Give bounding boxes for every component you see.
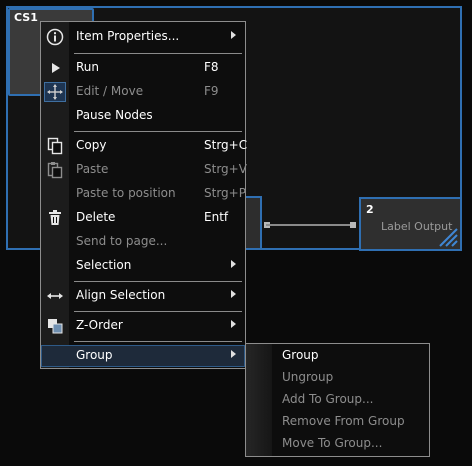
menu-item-label: Selection	[76, 258, 132, 272]
info-icon	[46, 28, 64, 46]
menu-item-label: Paste	[76, 162, 109, 176]
submenu-item-ungroup[interactable]: Ungroup	[246, 367, 429, 389]
menu-item-label: Pause Nodes	[76, 108, 153, 122]
context-menu: Item Properties... Run F8 Edit / Move F9…	[40, 21, 248, 369]
submenu-item-move-to-group[interactable]: Move To Group...	[246, 433, 429, 455]
connection-wire[interactable]	[266, 224, 354, 226]
submenu-item-label: Move To Group...	[282, 436, 383, 450]
group-submenu: Group Ungroup Add To Group... Remove Fro…	[245, 343, 430, 457]
menu-item-align-selection[interactable]: Align Selection	[41, 285, 245, 307]
menu-separator	[74, 341, 242, 342]
submenu-item-label: Ungroup	[282, 370, 334, 384]
menu-item-shortcut: Entf	[204, 210, 229, 224]
menu-separator	[74, 53, 242, 54]
menu-separator	[74, 281, 242, 282]
submenu-item-add-to-group[interactable]: Add To Group...	[246, 389, 429, 411]
input-port[interactable]	[350, 222, 356, 228]
menu-item-shortcut: Strg+P	[204, 186, 246, 200]
menu-item-label: Delete	[76, 210, 116, 224]
submenu-arrow-icon	[231, 290, 236, 298]
submenu-item-label: Remove From Group	[282, 414, 405, 428]
copy-icon	[47, 137, 63, 155]
menu-item-label: Send to page...	[76, 234, 168, 248]
node-label-output[interactable]: 2 Label Output	[359, 197, 462, 251]
menu-item-label: Copy	[76, 138, 107, 152]
play-icon	[52, 63, 60, 73]
submenu-arrow-icon	[231, 260, 236, 268]
node-partial[interactable]	[244, 196, 262, 250]
menu-item-run[interactable]: Run F8	[41, 57, 245, 79]
submenu-arrow-icon	[231, 350, 236, 358]
menu-separator	[74, 311, 242, 312]
submenu-item-group[interactable]: Group	[246, 345, 429, 367]
align-horizontal-icon	[47, 293, 63, 299]
menu-item-shortcut: F8	[204, 60, 219, 74]
menu-item-label: Run	[76, 60, 100, 74]
menu-item-label: Group	[76, 348, 113, 362]
menu-item-pause-nodes[interactable]: Pause Nodes	[41, 105, 245, 127]
menu-item-label: Edit / Move	[76, 84, 144, 98]
menu-item-paste-to-position[interactable]: Paste to position Strg+P	[41, 183, 246, 205]
submenu-item-label: Add To Group...	[282, 392, 374, 406]
node-cs1-id: CS1	[14, 11, 38, 24]
menu-item-label: Paste to position	[76, 186, 176, 200]
menu-item-group[interactable]: Group	[41, 345, 245, 367]
menu-separator	[74, 131, 242, 132]
menu-item-send-to-page[interactable]: Send to page...	[41, 231, 245, 253]
move-icon	[44, 82, 66, 102]
menu-item-copy[interactable]: Copy Strg+C	[41, 135, 248, 157]
menu-item-shortcut: Strg+C	[204, 138, 248, 152]
menu-item-selection[interactable]: Selection	[41, 255, 245, 277]
paste-icon	[47, 162, 63, 179]
menu-item-edit-move[interactable]: Edit / Move F9	[41, 81, 245, 103]
trash-icon	[49, 210, 61, 225]
menu-item-shortcut: Strg+V	[204, 162, 247, 176]
menu-item-label: Item Properties...	[76, 29, 180, 43]
menu-item-label: Align Selection	[76, 288, 166, 302]
submenu-item-label: Group	[282, 348, 319, 362]
menu-item-label: Z-Order	[76, 318, 123, 332]
submenu-item-remove-from-group[interactable]: Remove From Group	[246, 411, 429, 433]
menu-item-z-order[interactable]: Z-Order	[41, 315, 245, 337]
menu-item-item-properties[interactable]: Item Properties...	[41, 26, 245, 48]
menu-item-delete[interactable]: Delete Entf	[41, 207, 245, 229]
submenu-arrow-icon	[231, 31, 236, 39]
z-order-icon	[48, 319, 63, 334]
menu-item-shortcut: F9	[204, 84, 219, 98]
submenu-arrow-icon	[231, 320, 236, 328]
resize-grip-icon[interactable]	[436, 225, 458, 247]
menu-item-paste[interactable]: Paste Strg+V	[41, 159, 247, 181]
node-label-output-id: 2	[366, 203, 374, 216]
